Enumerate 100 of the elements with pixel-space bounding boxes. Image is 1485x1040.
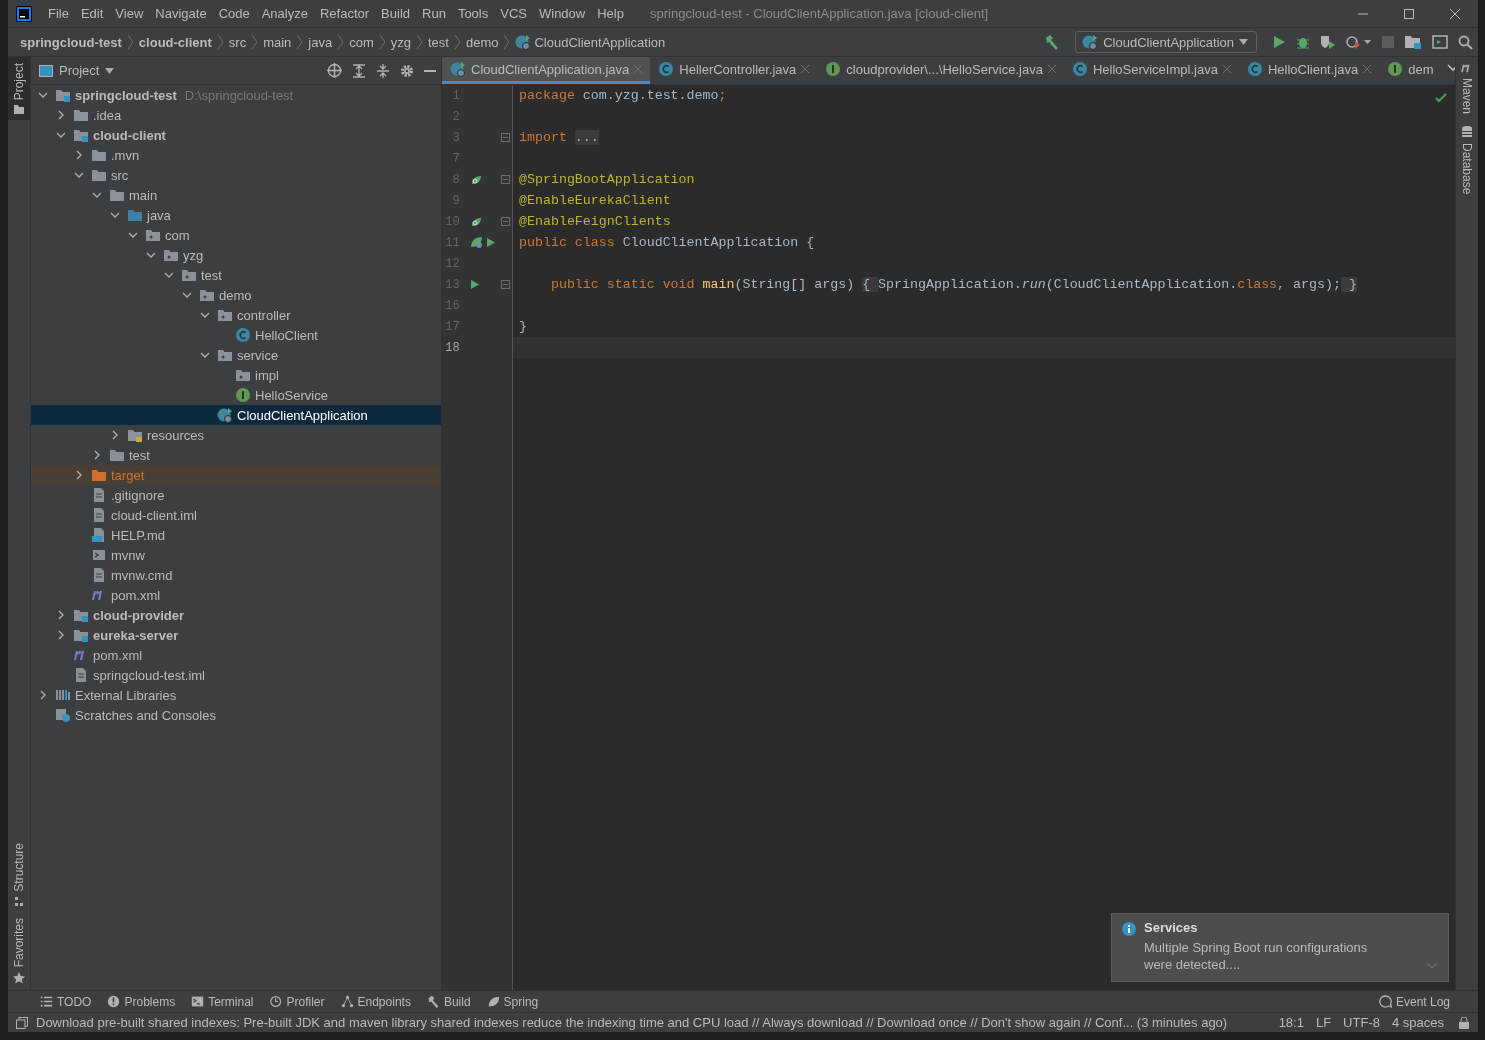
tool-window-button[interactable]: Endpoints — [332, 994, 419, 1009]
menu-item[interactable]: Analyze — [255, 6, 314, 21]
menu-item[interactable]: Window — [532, 6, 592, 21]
folder-icon — [127, 207, 143, 223]
tree-row[interactable]: service — [31, 345, 441, 365]
tree-row[interactable]: springcloud-test D:\springcloud-test — [31, 85, 441, 105]
spring-app-icon[interactable] — [469, 236, 483, 249]
tree-item-label: .idea — [93, 107, 122, 123]
tree-row[interactable]: .idea — [31, 105, 441, 125]
menu-item[interactable]: View — [109, 6, 150, 21]
project-view-dropdown[interactable]: Project — [39, 63, 115, 78]
event-log-button[interactable]: Event Log — [1370, 994, 1458, 1009]
tree-row[interactable]: yzg — [31, 245, 441, 265]
tool-window-button[interactable]: Build — [418, 994, 479, 1009]
lock-icon[interactable] — [1458, 1016, 1470, 1029]
editor-tab[interactable]: cloudprovider\...\HelloService.java — [817, 57, 1064, 84]
tree-row[interactable]: resources — [31, 425, 441, 445]
line-separator[interactable]: LF — [1309, 1015, 1338, 1030]
breadcrumb[interactable]: cloud-client — [138, 34, 212, 50]
dropdown-caret-icon — [105, 67, 115, 74]
tool-window-button[interactable]: Spring — [478, 994, 547, 1009]
tree-item-label: controller — [237, 307, 291, 323]
tree-row[interactable]: java — [31, 205, 441, 225]
editor-tab[interactable]: HelloServiceImpl.java — [1063, 57, 1239, 84]
tree-row[interactable]: mvnw.cmd — [31, 565, 441, 585]
tree-row[interactable]: HelloService — [31, 385, 441, 405]
tree-row[interactable]: mvnw — [31, 545, 441, 565]
editor-tab[interactable]: CloudClientApplication.java — [442, 57, 651, 84]
menu-item[interactable]: Run — [416, 6, 452, 21]
shield-play-icon — [1320, 35, 1336, 49]
file-icon — [91, 567, 107, 583]
tree-row[interactable]: cloud-client.iml — [31, 505, 441, 525]
window-icon — [1432, 35, 1448, 49]
breadcrumb[interactable]: main — [263, 34, 292, 50]
bean-icon[interactable] — [469, 215, 482, 228]
tree-row[interactable]: target — [31, 465, 441, 485]
indent-setting[interactable]: 4 spaces — [1385, 1015, 1450, 1030]
menu-item[interactable]: Navigate — [149, 6, 213, 21]
editor-tab[interactable]: dem — [1379, 57, 1442, 84]
run-icon[interactable] — [485, 237, 496, 248]
fold-icon[interactable] — [501, 175, 511, 184]
breadcrumb[interactable]: src — [228, 34, 247, 50]
menu-item[interactable]: Build — [375, 6, 416, 21]
project-tool-tab[interactable]: Project — [8, 57, 30, 121]
fold-icon[interactable] — [501, 280, 511, 289]
tree-row[interactable]: main — [31, 185, 441, 205]
tree-row[interactable]: com — [31, 225, 441, 245]
tree-row[interactable]: Scratches and Consoles — [31, 705, 441, 725]
tree-row[interactable]: controller — [31, 305, 441, 325]
breadcrumb[interactable]: java — [308, 34, 333, 50]
profile-run-icon — [1346, 35, 1372, 49]
tree-row[interactable]: HelloClient — [31, 325, 441, 345]
structure-tool-tab[interactable]: Structure — [8, 836, 30, 912]
tree-row[interactable]: springcloud-test.iml — [31, 665, 441, 685]
tree-row[interactable]: impl — [31, 365, 441, 385]
menu-item[interactable]: Edit — [74, 6, 110, 21]
caret-position[interactable]: 18:1 — [1272, 1015, 1310, 1030]
tree-row[interactable]: cloud-provider — [31, 605, 441, 625]
tool-window-button[interactable]: TODO — [32, 994, 100, 1009]
menu-item[interactable]: Code — [212, 6, 256, 21]
tree-row[interactable]: test — [31, 445, 441, 465]
tree-row[interactable]: External Libraries — [31, 685, 441, 705]
tool-window-button[interactable]: Terminal — [183, 994, 262, 1009]
file-encoding[interactable]: UTF-8 — [1337, 1015, 1386, 1030]
breadcrumb[interactable]: yzg — [390, 34, 411, 50]
maven-tool-tab[interactable]: Maven — [1456, 57, 1478, 121]
breadcrumb[interactable]: springcloud-test — [20, 34, 122, 50]
tree-row[interactable]: HELP.md — [31, 525, 441, 545]
tree-row[interactable]: src — [31, 165, 441, 185]
tree-row[interactable]: pom.xml — [31, 585, 441, 605]
tree-row[interactable]: test — [31, 265, 441, 285]
breadcrumb[interactable]: demo — [465, 34, 499, 50]
breadcrumb[interactable]: test — [428, 34, 449, 50]
tree-row[interactable]: .gitignore — [31, 485, 441, 505]
tree-row[interactable]: CloudClientApplication — [31, 405, 441, 425]
breadcrumb[interactable]: com — [349, 34, 374, 50]
run-icon[interactable] — [469, 279, 480, 290]
database-tool-tab[interactable]: Database — [1456, 120, 1478, 201]
favorites-tool-tab[interactable]: Favorites — [8, 911, 30, 990]
tool-window-button[interactable]: Profiler — [261, 994, 333, 1009]
tree-row[interactable]: demo — [31, 285, 441, 305]
tree-row[interactable]: cloud-client — [31, 125, 441, 145]
tree-row[interactable]: pom.xml — [31, 645, 441, 665]
windows-icon[interactable] — [16, 1016, 28, 1029]
tree-row[interactable]: eureka-server — [31, 625, 441, 645]
tree-row[interactable]: .mvn — [31, 145, 441, 165]
editor-tab[interactable]: HellerController.java — [650, 57, 818, 84]
tool-window-button[interactable]: Problems — [99, 994, 184, 1009]
menu-item[interactable]: Refactor — [313, 6, 376, 21]
menu-item[interactable]: File — [42, 6, 75, 21]
fold-icon[interactable] — [501, 133, 511, 142]
menu-item[interactable]: VCS — [494, 6, 533, 21]
fold-icon[interactable] — [501, 217, 511, 226]
bean-icon[interactable] — [469, 173, 482, 186]
menu-item[interactable]: Help — [591, 6, 630, 21]
menu-item[interactable]: Tools — [451, 6, 495, 21]
run-configuration-dropdown[interactable]: CloudClientApplication — [1075, 31, 1257, 53]
editor-tab[interactable]: HelloClient.java — [1238, 57, 1380, 84]
line-number: 18 — [444, 340, 460, 355]
breadcrumb[interactable]: CloudClientApplication — [515, 34, 666, 50]
